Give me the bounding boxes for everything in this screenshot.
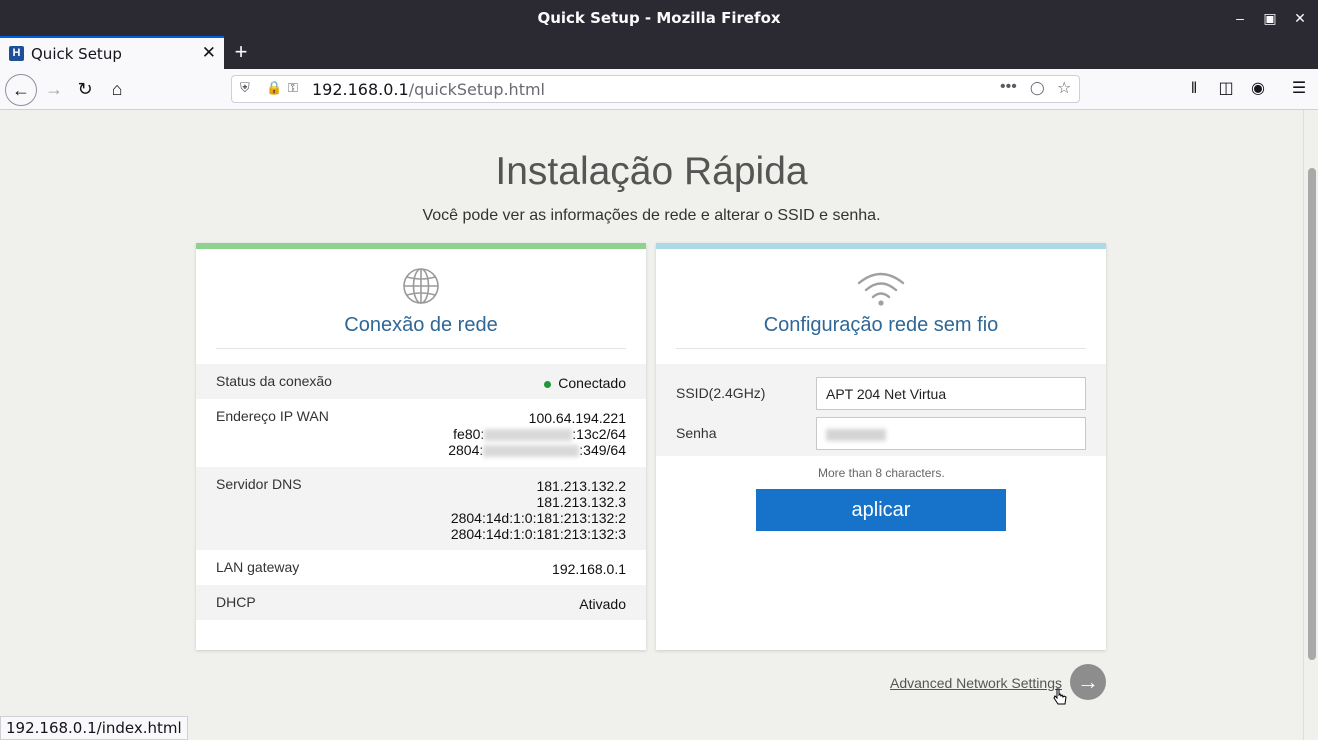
status-label: Status da conexão (216, 373, 332, 389)
wireless-config-card: Configuração rede sem fio SSID(2.4GHz) S… (656, 243, 1106, 650)
ssid-label: SSID(2.4GHz) (676, 385, 766, 401)
vertical-scrollbar[interactable] (1303, 110, 1318, 740)
menu-icon[interactable]: ☰ (1285, 75, 1313, 103)
wan-ipv6-2-value: 2804::349/64 (448, 442, 626, 458)
status-row: Status da conexão Conectado (196, 364, 646, 399)
maximize-icon[interactable]: ▣ (1260, 8, 1280, 28)
network-card-title: Conexão de rede (344, 314, 498, 336)
password-label: Senha (676, 425, 717, 441)
tab-close-icon[interactable]: ✕ (202, 43, 216, 63)
dhcp-row: DHCP Ativado (196, 585, 646, 620)
dns-value: 2804:14d:1:0:181:213:132:3 (450, 526, 626, 542)
home-icon[interactable]: ⌂ (103, 75, 131, 103)
reload-icon[interactable]: ↻ (71, 75, 99, 103)
new-tab-icon[interactable]: + (230, 39, 252, 65)
wan-ipv4-value: 100.64.194.221 (528, 410, 626, 426)
network-connection-card: Conexão de rede Status da conexão Conect… (196, 243, 646, 650)
wan-ip-row: Endereço IP WAN 100.64.194.221 fe80::13c… (196, 399, 646, 467)
pocket-icon[interactable]: ◯ (1030, 80, 1045, 96)
dns-label: Servidor DNS (216, 476, 302, 492)
page-subtitle: Você pode ver as informações de rede e a… (422, 207, 881, 224)
favicon-icon: H (9, 46, 24, 61)
page-content: Instalação Rápida Você pode ver as infor… (0, 110, 1303, 740)
shield-icon[interactable]: ⛨ (240, 80, 250, 96)
sidebar-icon[interactable]: ◫ (1212, 75, 1240, 103)
url-text: 192.168.0.1/quickSetup.html (312, 80, 545, 99)
apply-button[interactable]: aplicar (756, 489, 1006, 531)
insecure-lock-icon[interactable]: 🔒 (266, 80, 282, 96)
password-hint: More than 8 characters. (818, 466, 945, 480)
window-titlebar: Quick Setup - Mozilla Firefox – ▣ ✕ (0, 0, 1318, 36)
close-window-icon[interactable]: ✕ (1290, 8, 1310, 28)
globe-icon (196, 267, 646, 310)
wireless-card-title: Configuração rede sem fio (763, 314, 999, 336)
status-bar: 192.168.0.1/index.html (0, 716, 188, 740)
status-dot-icon (544, 380, 552, 388)
dhcp-label: DHCP (216, 594, 256, 610)
wan-ipv6-1-value: fe80::13c2/64 (453, 426, 626, 442)
wan-ip-label: Endereço IP WAN (216, 408, 329, 424)
dns-value: 181.213.132.2 (536, 478, 626, 494)
wan-ip-values: 100.64.194.221 fe80::13c2/64 2804::349/6… (448, 410, 626, 458)
lan-gateway-row: LAN gateway 192.168.0.1 (196, 550, 646, 585)
forward-icon[interactable]: → (40, 75, 68, 103)
dns-values: 181.213.132.2 181.213.132.3 2804:14d:1:0… (451, 478, 626, 542)
password-masked (826, 429, 886, 441)
key-icon[interactable]: ⚿ (288, 80, 298, 96)
advanced-settings-link[interactable]: Advanced Network Settings (890, 675, 1062, 691)
hand-cursor-icon (1053, 688, 1067, 711)
tab-quick-setup[interactable]: H Quick Setup ✕ (0, 36, 224, 69)
divider (676, 348, 1086, 349)
bookmark-star-icon[interactable]: ☆ (1057, 78, 1071, 98)
url-bar[interactable]: ⛨ 🔒 ⚿ 192.168.0.1/quickSetup.html ••• ◯ … (231, 75, 1080, 103)
window-title: Quick Setup - Mozilla Firefox (537, 9, 781, 27)
wifi-icon (656, 271, 1106, 312)
divider (216, 348, 626, 349)
arrow-right-icon[interactable]: → (1070, 664, 1106, 700)
library-icon[interactable]: ‖ (1180, 75, 1208, 103)
dhcp-value: Ativado (579, 596, 626, 612)
dns-value: 2804:14d:1:0:181:213:132:2 (450, 510, 626, 526)
account-icon[interactable]: ◉ (1244, 75, 1272, 103)
status-badge: Conectado (544, 375, 626, 391)
minimize-icon[interactable]: – (1230, 8, 1250, 28)
ssid-input[interactable] (816, 377, 1086, 410)
dns-value: 181.213.132.3 (536, 494, 626, 510)
dns-row: Servidor DNS 181.213.132.2 181.213.132.3… (196, 467, 646, 550)
page-title: Instalação Rápida (495, 150, 808, 193)
back-icon[interactable]: ← (5, 74, 37, 106)
tab-bar: H Quick Setup ✕ + (0, 36, 1318, 69)
tab-label: Quick Setup (31, 45, 122, 63)
lan-gateway-label: LAN gateway (216, 559, 300, 575)
scrollbar-thumb[interactable] (1308, 168, 1316, 660)
page-actions-icon[interactable]: ••• (1000, 78, 1017, 96)
lan-gateway-value: 192.168.0.1 (552, 561, 626, 577)
navigation-bar: ← → ↻ ⌂ ⛨ 🔒 ⚿ 192.168.0.1/quickSetup.htm… (0, 69, 1318, 110)
